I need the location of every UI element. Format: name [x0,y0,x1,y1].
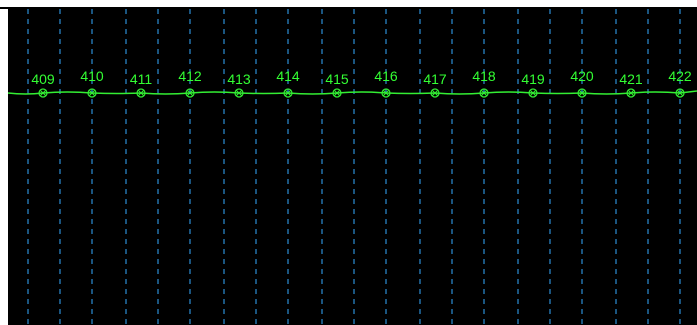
station-label: 420 [570,68,594,84]
station-label: 412 [178,68,202,84]
profile-line [8,90,697,95]
profile-path [8,90,697,95]
station-label: 415 [325,71,349,87]
station-label: 413 [227,71,251,87]
window-frame: 409 410 411 412 413 414 415 416 417 418 419 420 421 4… [0,0,697,325]
station-label: 422 [668,68,692,84]
station-label: 414 [276,68,300,84]
station-label: 421 [619,71,643,87]
gridlines [27,9,681,325]
station-label: 418 [472,68,496,84]
station-label: 409 [31,71,55,87]
station-label: 411 [130,71,153,87]
station-label: 419 [521,71,545,87]
station-label: 417 [423,71,447,87]
station-label: 416 [374,68,398,84]
profile-plot: 409 410 411 412 413 414 415 416 417 418 419 420 421 4… [8,9,697,325]
station-labels: 409 410 411 412 413 414 415 416 417 418 419 420 421 4… [31,68,692,87]
station-label: 410 [80,68,104,84]
profile-viewport[interactable]: 409 410 411 412 413 414 415 416 417 418 419 420 421 4… [8,9,697,325]
